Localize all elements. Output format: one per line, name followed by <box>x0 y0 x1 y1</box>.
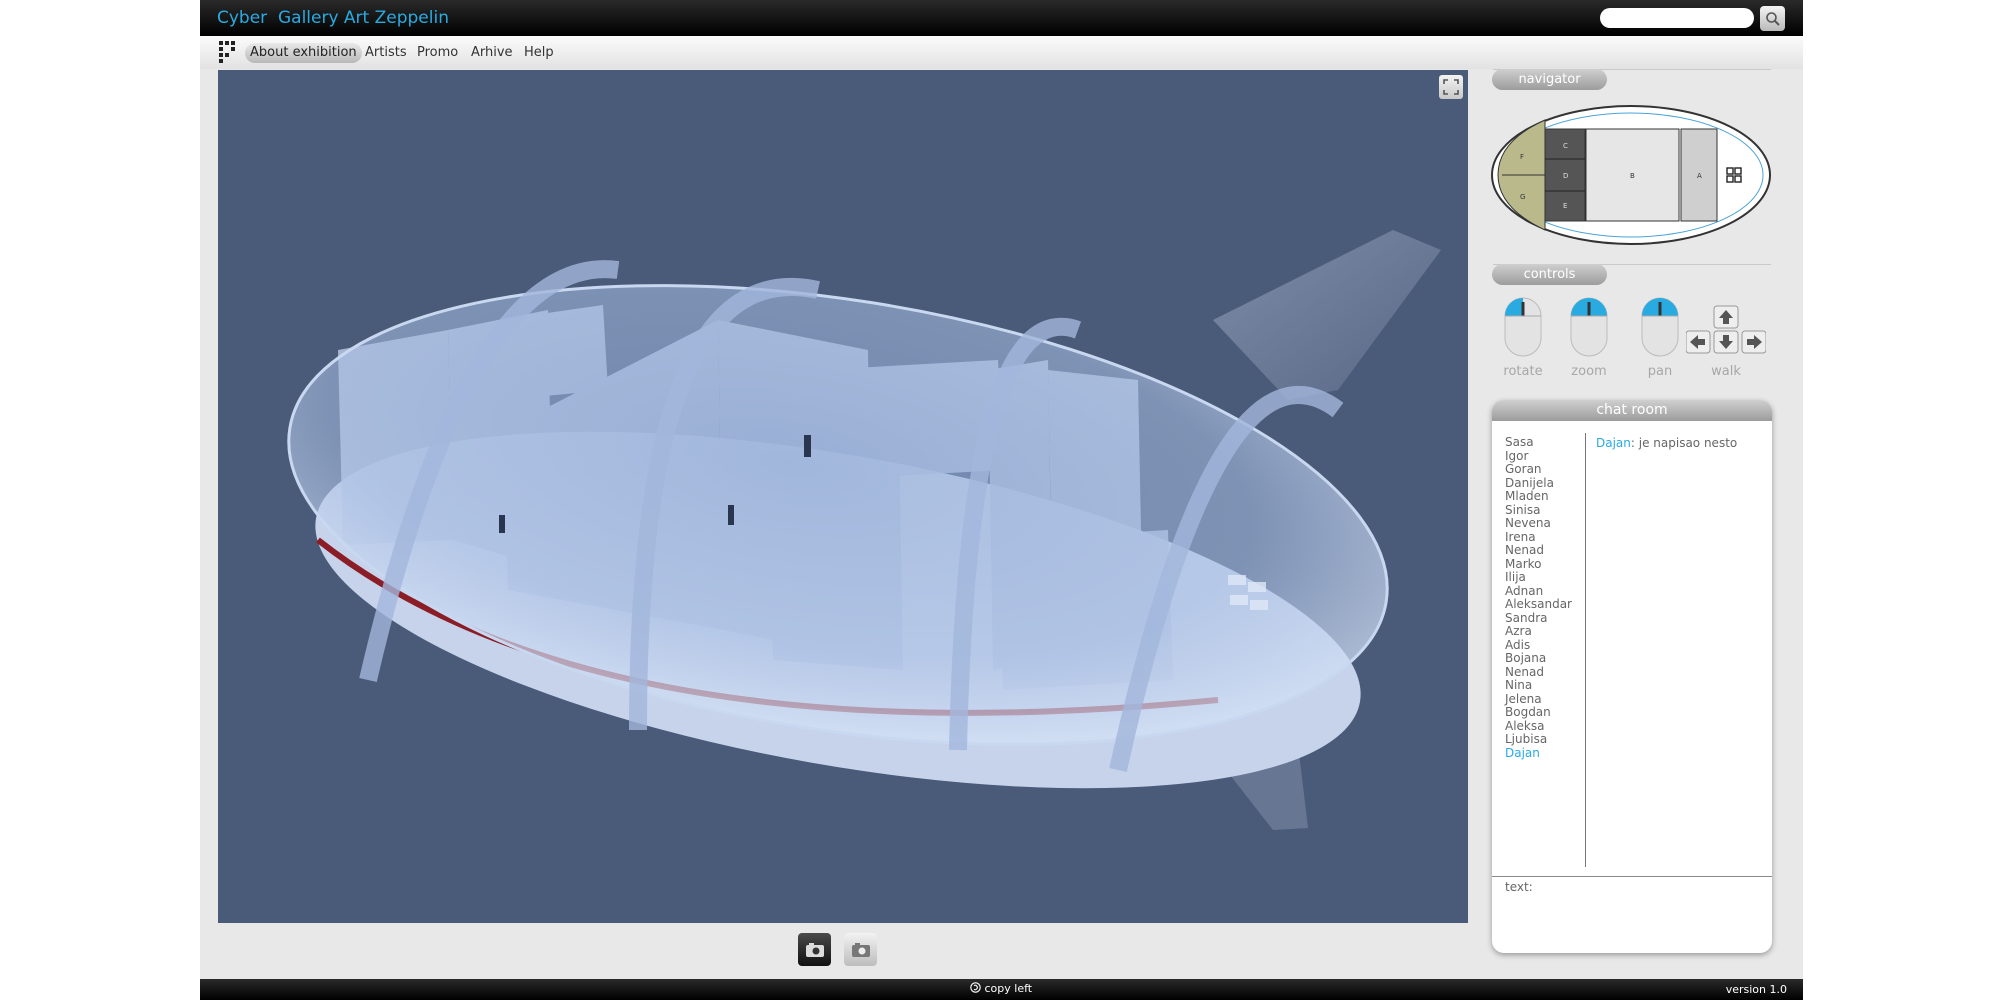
room-label-a: A <box>1697 172 1702 180</box>
top-bar: Cyber Gallery Art Zeppelin <box>200 0 1803 36</box>
user-item[interactable]: Nenad <box>1505 665 1585 680</box>
walk-label: walk <box>1711 364 1741 379</box>
mouse-left-click-icon <box>1504 297 1542 357</box>
room-label-e: E <box>1563 202 1567 210</box>
mouse-both-click-icon <box>1641 297 1679 357</box>
menu-help[interactable]: Help <box>519 43 559 63</box>
room-label-f: F <box>1520 153 1524 161</box>
pan-label: pan <box>1647 364 1673 379</box>
search-button[interactable] <box>1760 6 1785 31</box>
zoom-control[interactable]: zoom <box>1559 296 1619 386</box>
app-window: Cyber Gallery Art Zeppelin About exhibit… <box>200 0 1803 1000</box>
user-item[interactable]: Igor <box>1505 449 1585 464</box>
chat-room-title: chat room <box>1492 400 1772 421</box>
user-item[interactable]: Ljubisa <box>1505 732 1585 747</box>
navigator-minimap[interactable]: F G C D E B A <box>1490 103 1772 246</box>
walk-control[interactable]: walk <box>1686 296 1766 386</box>
version-text: version 1.0 <box>1725 983 1787 996</box>
menu-bar: About exhibition Artists Promo Arhive He… <box>200 36 1803 69</box>
user-item[interactable]: Bojana <box>1505 651 1585 666</box>
footer-bar: copy left version 1.0 <box>200 979 1803 1000</box>
user-item[interactable]: Bogdan <box>1505 705 1585 720</box>
message-text: : je napisao nesto <box>1630 436 1738 450</box>
chat-room-panel: chat room Sasa Igor Goran Danijela Mlade… <box>1492 400 1772 953</box>
user-item[interactable]: Aleksandar <box>1505 597 1585 612</box>
menu-artists[interactable]: Artists <box>360 43 412 63</box>
menu-about-exhibition[interactable]: About exhibition <box>245 43 362 63</box>
user-item[interactable]: Jelena <box>1505 692 1585 707</box>
user-item[interactable]: Goran <box>1505 462 1585 477</box>
user-item[interactable]: Marko <box>1505 557 1585 572</box>
fullscreen-button[interactable] <box>1439 75 1463 99</box>
user-item[interactable]: Mladen <box>1505 489 1585 504</box>
camera-icon <box>805 942 824 957</box>
copyleft-notice: copy left <box>970 982 1032 995</box>
magnifier-icon <box>1765 11 1780 26</box>
room-label-d: D <box>1563 172 1568 180</box>
navigator-title: navigator <box>1492 69 1607 90</box>
user-item-highlighted[interactable]: Dajan <box>1505 746 1585 761</box>
3d-viewport[interactable] <box>218 70 1468 923</box>
copyleft-icon <box>970 982 981 993</box>
pan-control[interactable]: pan <box>1630 296 1690 386</box>
user-item[interactable]: Nenad <box>1505 543 1585 558</box>
user-item[interactable]: Nina <box>1505 678 1585 693</box>
camera-button-1[interactable] <box>798 933 831 966</box>
user-item[interactable]: Azra <box>1505 624 1585 639</box>
camera-icon <box>851 942 870 957</box>
search-input[interactable] <box>1600 8 1754 28</box>
user-list: Sasa Igor Goran Danijela Mladen Sinisa N… <box>1505 435 1585 761</box>
user-item[interactable]: Ilija <box>1505 570 1585 585</box>
rotate-label: rotate <box>1503 364 1543 379</box>
arrow-keys-icon <box>1686 305 1766 354</box>
grid-logo-icon <box>219 41 235 63</box>
user-item[interactable]: Irena <box>1505 530 1585 545</box>
copyleft-text: copy left <box>984 982 1033 995</box>
user-item[interactable]: Adnan <box>1505 584 1585 599</box>
user-item[interactable]: Aleksa <box>1505 719 1585 734</box>
menu-arhive[interactable]: Arhive <box>466 43 518 63</box>
camera-button-2[interactable] <box>844 933 877 966</box>
zoom-label: zoom <box>1571 364 1607 379</box>
user-list-divider <box>1585 433 1586 867</box>
room-label-c: C <box>1563 142 1568 150</box>
message-author: Dajan <box>1596 436 1631 450</box>
mouse-wheel-icon <box>1570 297 1608 357</box>
menu-promo[interactable]: Promo <box>412 43 463 63</box>
controls-title: controls <box>1492 264 1607 285</box>
user-item[interactable]: Sinisa <box>1505 503 1585 518</box>
user-item[interactable]: Sasa <box>1505 435 1585 450</box>
user-item[interactable]: Nevena <box>1505 516 1585 531</box>
user-item[interactable]: Danijela <box>1505 476 1585 491</box>
user-item[interactable]: Adis <box>1505 638 1585 653</box>
input-divider <box>1492 876 1772 877</box>
zeppelin-gallery-scene[interactable] <box>218 70 1468 923</box>
user-item[interactable]: Sandra <box>1505 611 1585 626</box>
rotate-control[interactable]: rotate <box>1493 296 1553 386</box>
room-label-g: G <box>1520 193 1525 201</box>
upper-fin <box>1213 230 1441 400</box>
chat-input-label[interactable]: text: <box>1505 880 1533 894</box>
expand-icon <box>1443 79 1459 95</box>
room-label-b: B <box>1630 172 1635 180</box>
site-title[interactable]: Cyber Gallery Art Zeppelin <box>217 8 449 28</box>
chat-message: Dajan: je napisao nesto <box>1596 436 1737 450</box>
